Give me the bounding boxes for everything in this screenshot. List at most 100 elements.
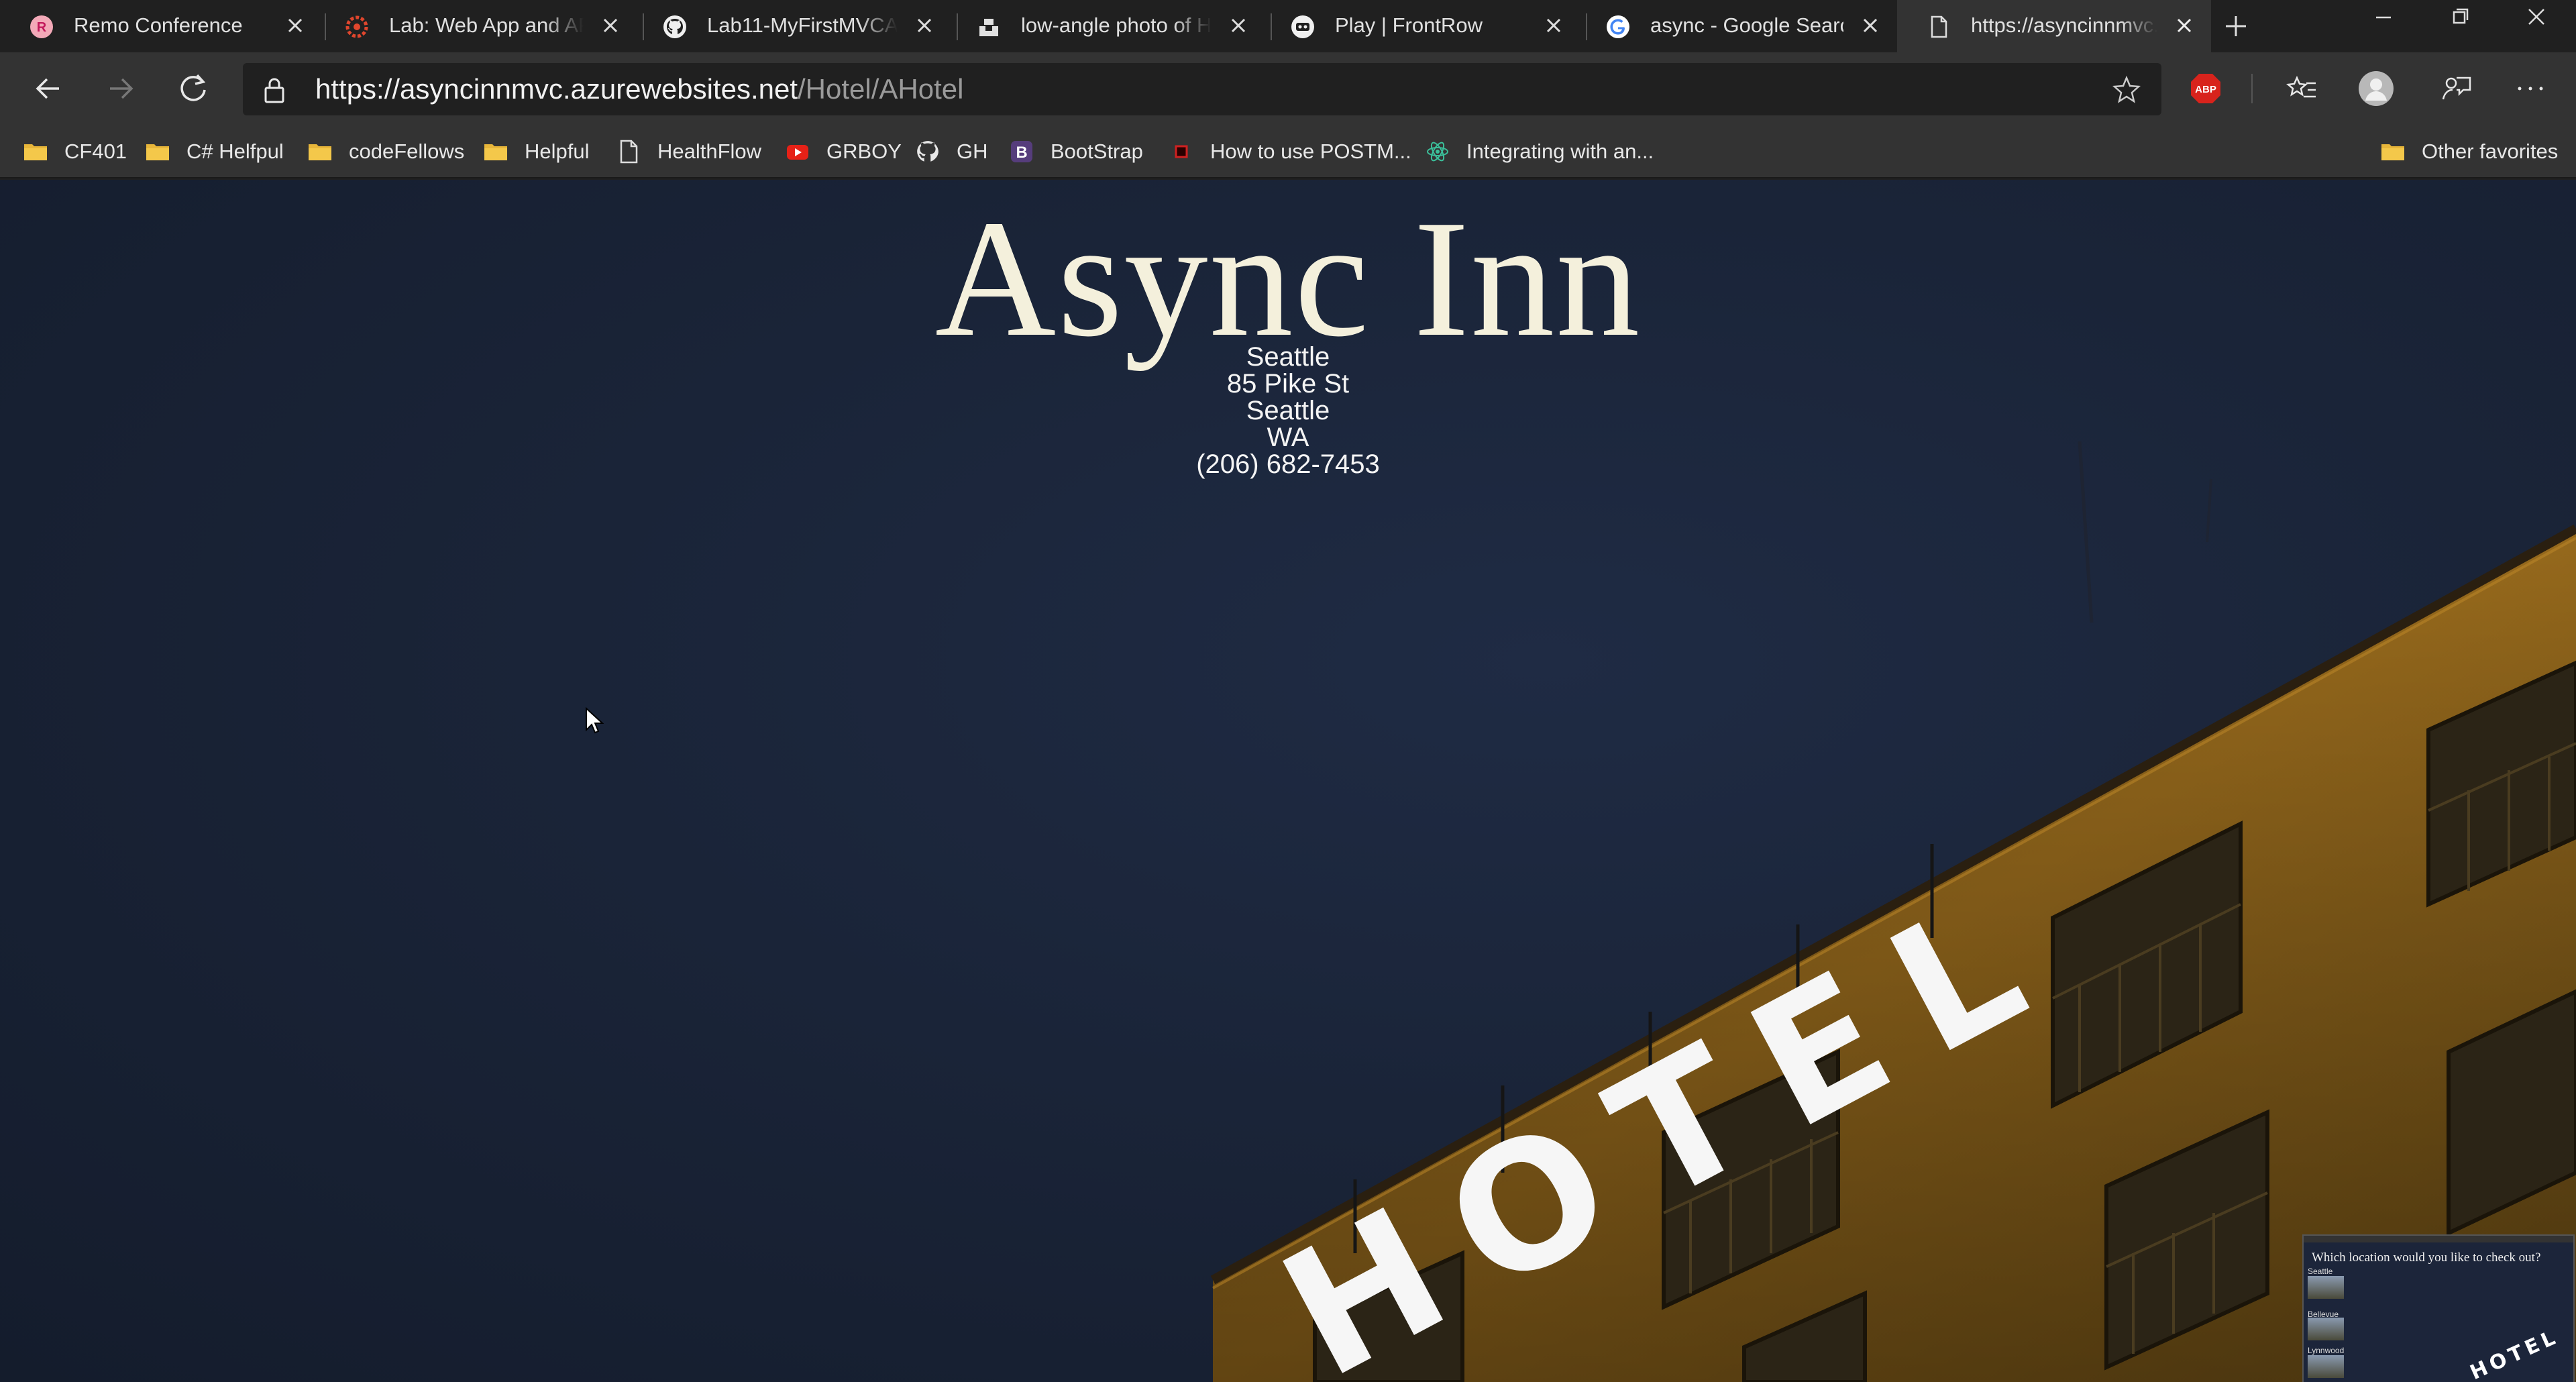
- folder-icon: [24, 144, 47, 160]
- tab-low-angle-photo[interactable]: low-angle photo of Ho: [947, 0, 1265, 52]
- profile-avatar-icon[interactable]: [2357, 70, 2395, 107]
- github-logo-icon: [917, 141, 938, 162]
- thumbnail-location-seattle: Seattle: [2308, 1267, 2333, 1276]
- lock-icon[interactable]: [263, 76, 286, 103]
- folder-icon: [484, 144, 507, 160]
- page-icon: [1931, 15, 1947, 38]
- toolbar-separator: [2251, 74, 2253, 103]
- mouse-cursor-icon: [586, 707, 604, 734]
- bootstrap-logo-icon: B: [1011, 141, 1032, 162]
- bookmark-grboy[interactable]: GRBOY: [785, 125, 902, 178]
- browser-toolbar: https://asyncinnmvc.azurewebsites.net/Ho…: [0, 52, 2576, 125]
- svg-text:B: B: [1016, 144, 1027, 162]
- adblock-plus-icon[interactable]: ABP: [2187, 70, 2224, 107]
- url-path: /Hotel/AHotel: [798, 73, 964, 105]
- react-logo-icon: [1427, 142, 1448, 162]
- frontrow-logo-icon: [1291, 15, 1314, 38]
- bookmark-label: HealthFlow: [657, 140, 762, 163]
- tab-title: Lab: Web App and API: [389, 13, 584, 37]
- url-text[interactable]: https://asyncinnmvc.azurewebsites.net/Ho…: [315, 72, 963, 106]
- address-bar[interactable]: https://asyncinnmvc.azurewebsites.net/Ho…: [243, 63, 2161, 115]
- minimize-icon[interactable]: [2347, 0, 2420, 40]
- github-logo-icon: [663, 15, 686, 38]
- forward-arrow-icon[interactable]: [99, 67, 142, 110]
- url-host: https://asyncinnmvc.azurewebsites.net: [315, 73, 798, 105]
- bookmark-other-favorites[interactable]: Other favorites: [2380, 125, 2558, 178]
- new-tab-plus-icon[interactable]: [2219, 9, 2253, 43]
- tab-title: Lab11-MyFirstMVCApp: [707, 13, 898, 37]
- bookmark-gh[interactable]: GH: [915, 125, 988, 178]
- favorites-list-icon[interactable]: [2284, 70, 2321, 107]
- remo-logo-icon: R: [30, 15, 53, 38]
- bookmark-codefellows[interactable]: codeFellows: [307, 125, 464, 178]
- tab-title: https://asyncinnmvc.az: [1971, 13, 2157, 37]
- svg-text:R: R: [37, 20, 47, 35]
- close-icon[interactable]: [284, 15, 306, 36]
- bookmark-label: CF401: [64, 140, 127, 163]
- tab-lab-web-app[interactable]: Lab: Web App and API: [315, 0, 637, 52]
- bookmark-label: GRBOY: [826, 140, 902, 163]
- more-menu-icon[interactable]: [2512, 70, 2549, 107]
- favorites-bar: CF401 C# Helfpul codeFellows Helpful Hea…: [0, 125, 2576, 178]
- restore-window-icon[interactable]: [2423, 0, 2497, 40]
- thumbnail-titlebar: [2304, 1236, 2573, 1242]
- thumbnail-location-image: [2308, 1318, 2344, 1340]
- youtube-icon: [787, 145, 808, 160]
- tab-title: Play | FrontRow: [1335, 13, 1483, 37]
- bookmark-how-to-use-postman[interactable]: How to use POSTM...: [1169, 125, 1411, 178]
- tab-asyncinn-active[interactable]: https://asyncinnmvc.az: [1897, 0, 2211, 52]
- thumbnail-location-image: [2308, 1276, 2344, 1299]
- hotel-city: Seattle: [1246, 396, 1330, 425]
- page-viewport[interactable]: HOTEL Async Inn Seattle 85 Pike St Seatt…: [0, 180, 2576, 1382]
- folder-icon: [309, 144, 331, 160]
- bookmark-label: BootStrap: [1051, 140, 1143, 163]
- folder-icon: [146, 144, 169, 160]
- folder-icon: [2381, 144, 2404, 160]
- close-icon[interactable]: [1228, 15, 1249, 36]
- tab-lab11-github[interactable]: Lab11-MyFirstMVCApp: [633, 0, 951, 52]
- bookmark-cf401[interactable]: CF401: [23, 125, 127, 178]
- bookmark-label: GH: [957, 140, 988, 163]
- close-icon[interactable]: [914, 15, 935, 36]
- page-icon: [620, 140, 638, 164]
- tab-title: Remo Conference: [74, 13, 243, 37]
- bookmark-label: C# Helfpul: [186, 140, 284, 163]
- thumbnail-location-image: [2308, 1355, 2344, 1378]
- bookmark-bootstrap[interactable]: B BootStrap: [1009, 125, 1143, 178]
- tab-title: async - Google Search: [1650, 13, 1843, 37]
- bookmark-label: codeFellows: [349, 140, 465, 163]
- refresh-icon[interactable]: [172, 67, 215, 110]
- close-window-icon[interactable]: [2500, 0, 2573, 40]
- favorite-star-icon[interactable]: [2112, 75, 2141, 105]
- preview-thumbnail[interactable]: Which location would you like to check o…: [2302, 1234, 2575, 1382]
- bookmark-helpful[interactable]: Helpful: [483, 125, 590, 178]
- tab-strip: R Remo Conference Lab: Web App and API L…: [0, 0, 2576, 52]
- back-arrow-icon[interactable]: [27, 67, 70, 110]
- tab-remo-conference[interactable]: R Remo Conference: [0, 0, 322, 52]
- red-square-icon: [1175, 145, 1188, 158]
- close-icon[interactable]: [1543, 15, 1564, 36]
- thumbnail-location-lynnwood: Lynnwood: [2308, 1346, 2345, 1355]
- hotel-address-block: Seattle 85 Pike St Seattle WA (206) 682-…: [0, 343, 2576, 478]
- hotel-name: Seattle: [1246, 342, 1330, 372]
- feedback-icon[interactable]: [2438, 70, 2475, 107]
- close-icon[interactable]: [1860, 15, 1881, 36]
- tab-title: low-angle photo of Ho: [1021, 13, 1212, 37]
- bookmark-label: Integrating with an...: [1466, 140, 1654, 163]
- hotel-phone: (206) 682-7453: [1196, 449, 1380, 479]
- close-icon[interactable]: [2174, 15, 2195, 36]
- bookmark-label: Helpful: [525, 140, 590, 163]
- unsplash-logo-icon: [978, 16, 1000, 38]
- thumbnail-hotel-sign: HOTEL: [2466, 1324, 2563, 1382]
- tab-frontrow[interactable]: Play | FrontRow: [1261, 0, 1580, 52]
- thumbnail-question: Which location would you like to check o…: [2312, 1251, 2541, 1265]
- bookmark-label: How to use POSTM...: [1210, 140, 1411, 163]
- bookmark-label: Other favorites: [2422, 140, 2559, 163]
- tab-google-search[interactable]: async - Google Search: [1576, 0, 1897, 52]
- close-icon[interactable]: [600, 15, 621, 36]
- hotel-street: 85 Pike St: [1226, 369, 1350, 398]
- bookmark-csharp-helpful[interactable]: C# Helfpul: [145, 125, 284, 178]
- bookmark-integrating-with[interactable]: Integrating with an...: [1425, 125, 1654, 178]
- adblock-badge: ABP: [2195, 84, 2216, 95]
- bookmark-healthflow[interactable]: HealthFlow: [616, 125, 761, 178]
